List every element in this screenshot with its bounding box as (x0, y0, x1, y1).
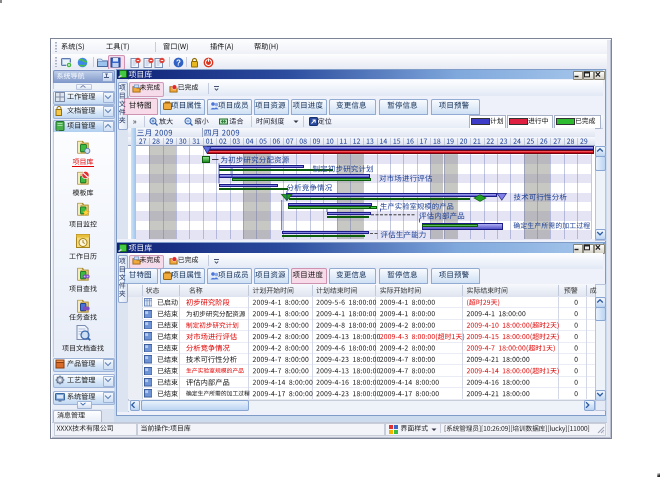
svg-text:?: ? (176, 58, 181, 67)
